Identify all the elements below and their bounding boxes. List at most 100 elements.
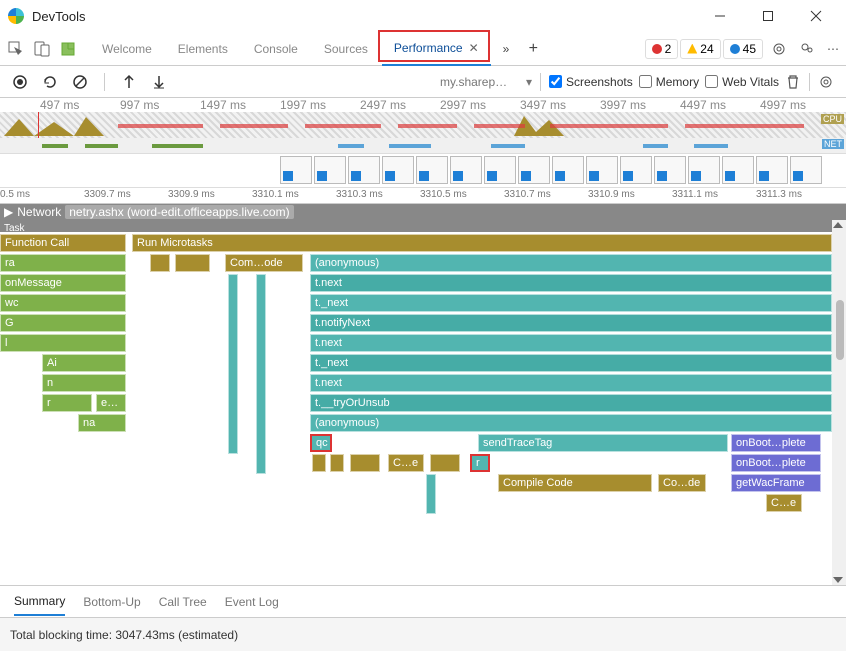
record-icon[interactable] [12, 74, 28, 90]
extension-icon[interactable] [60, 41, 76, 57]
minimize-button[interactable] [698, 2, 742, 30]
flame-compile[interactable]: Compile Code [498, 474, 652, 492]
screenshot-thumb[interactable] [620, 156, 652, 184]
tab-performance[interactable]: Performance ✕ [382, 32, 491, 66]
overview-timeline[interactable]: 497 ms997 ms1497 ms1997 ms2497 ms2997 ms… [0, 98, 846, 138]
close-button[interactable] [794, 2, 838, 30]
flame-chip[interactable] [150, 254, 170, 272]
flame-chip[interactable] [312, 454, 326, 472]
btab-eventlog[interactable]: Event Log [225, 595, 279, 609]
dropdown-icon[interactable]: ▾ [526, 75, 532, 89]
flame-wc[interactable]: wc [0, 294, 126, 312]
screenshot-thumb[interactable] [314, 156, 346, 184]
expand-arrow-icon[interactable]: ▶ [4, 205, 13, 219]
flame-t_next[interactable]: t._next [310, 294, 832, 312]
flame-n[interactable]: n [42, 374, 126, 392]
network-lane[interactable]: ▶ Network netry.ashx (word-edit.officeap… [0, 204, 846, 220]
message-badge[interactable]: 45 [723, 39, 763, 59]
flame-r[interactable]: r [42, 394, 92, 412]
flame-ce2[interactable]: C…e [766, 494, 802, 512]
tab-console[interactable]: Console [242, 32, 310, 66]
inspect-icon[interactable] [8, 41, 24, 57]
flame-ce[interactable]: C…e [388, 454, 424, 472]
gear-icon-2[interactable] [818, 74, 834, 90]
flame-qc[interactable]: qc [310, 434, 332, 452]
screenshot-thumb[interactable] [552, 156, 584, 184]
flame-anon2[interactable]: (anonymous) [310, 414, 832, 432]
network-item[interactable]: netry.ashx (word-edit.officeapps.live.co… [65, 205, 293, 219]
filter-input[interactable] [440, 75, 520, 89]
flame-tnext2[interactable]: t.next [310, 334, 832, 352]
maximize-button[interactable] [746, 2, 790, 30]
btab-calltree[interactable]: Call Tree [159, 595, 207, 609]
tab-welcome[interactable]: Welcome [90, 32, 164, 66]
screenshot-thumb[interactable] [280, 156, 312, 184]
flame-sliver[interactable] [426, 474, 436, 514]
kebab-menu-icon[interactable]: ⋯ [827, 42, 840, 56]
device-icon[interactable] [34, 41, 50, 57]
flame-sliver[interactable] [256, 274, 266, 474]
flame-e[interactable]: e… [96, 394, 126, 412]
flame-tnotify[interactable]: t.notifyNext [310, 314, 832, 332]
tabs-overflow-button[interactable]: » [493, 42, 520, 56]
screenshot-thumb[interactable] [518, 156, 550, 184]
flame-chip[interactable] [330, 454, 344, 472]
screenshot-thumb[interactable] [790, 156, 822, 184]
upload-icon[interactable] [121, 74, 137, 90]
webvitals-checkbox[interactable]: Web Vitals [705, 75, 779, 89]
clear-icon[interactable] [72, 74, 88, 90]
screenshot-thumb[interactable] [688, 156, 720, 184]
scroll-thumb[interactable] [836, 300, 844, 360]
flame-run-microtasks[interactable]: Run Microtasks [132, 234, 832, 252]
flame-Ai[interactable]: Ai [42, 354, 126, 372]
overview-net-lane[interactable]: NET [0, 138, 846, 154]
flame-func-call[interactable]: Function Call [0, 234, 126, 252]
flame-r2[interactable]: r [470, 454, 490, 472]
screenshot-thumb[interactable] [348, 156, 380, 184]
flame-tnext3[interactable]: t.next [310, 374, 832, 392]
flame-chip[interactable] [350, 454, 380, 472]
screenshot-strip[interactable] [0, 154, 846, 188]
tab-elements[interactable]: Elements [166, 32, 240, 66]
flame-sendTraceTag[interactable]: sendTraceTag [478, 434, 728, 452]
scroll-up-icon[interactable] [833, 222, 843, 228]
warning-badge[interactable]: 24 [680, 39, 720, 59]
flame-chip[interactable] [175, 254, 210, 272]
tab-close-icon[interactable]: ✕ [469, 41, 479, 55]
flame-l[interactable]: l [0, 334, 126, 352]
flame-com-ode[interactable]: Com…ode [225, 254, 303, 272]
flame-chart[interactable]: Task Function Call Run Microtasks ra onM… [0, 220, 846, 585]
trash-icon[interactable] [785, 74, 801, 90]
flame-tnext[interactable]: t.next [310, 274, 832, 292]
gear-icon[interactable] [771, 41, 787, 57]
flame-onBoot1[interactable]: onBoot…plete [731, 434, 821, 452]
feedback-icon[interactable] [799, 41, 815, 57]
flame-na[interactable]: na [78, 414, 126, 432]
flame-sliver[interactable] [228, 274, 238, 454]
flame-getWac[interactable]: getWacFrame [731, 474, 821, 492]
scroll-down-icon[interactable] [833, 577, 843, 583]
flame-G[interactable]: G [0, 314, 126, 332]
screenshot-thumb[interactable] [416, 156, 448, 184]
reload-icon[interactable] [42, 74, 58, 90]
flame-anon[interactable]: (anonymous) [310, 254, 832, 272]
flame-ttry[interactable]: t.__tryOrUnsub [310, 394, 832, 412]
flame-scrollbar[interactable] [832, 220, 846, 585]
detail-ruler[interactable]: 0.5 ms3309.7 ms3309.9 ms3310.1 ms3310.3 … [0, 188, 846, 204]
flame-onBoot2[interactable]: onBoot…plete [731, 454, 821, 472]
flame-onMessage[interactable]: onMessage [0, 274, 126, 292]
flame-chip[interactable] [430, 454, 460, 472]
download-icon[interactable] [151, 74, 167, 90]
screenshot-thumb[interactable] [484, 156, 516, 184]
screenshot-thumb[interactable] [756, 156, 788, 184]
tab-sources[interactable]: Sources [312, 32, 380, 66]
screenshot-thumb[interactable] [450, 156, 482, 184]
playhead[interactable] [38, 112, 39, 138]
error-badge[interactable]: 2 [645, 39, 679, 59]
screenshot-thumb[interactable] [586, 156, 618, 184]
btab-bottomup[interactable]: Bottom-Up [83, 595, 140, 609]
screenshot-thumb[interactable] [382, 156, 414, 184]
flame-ra[interactable]: ra [0, 254, 126, 272]
flame-code[interactable]: Co…de [658, 474, 706, 492]
screenshot-thumb[interactable] [654, 156, 686, 184]
